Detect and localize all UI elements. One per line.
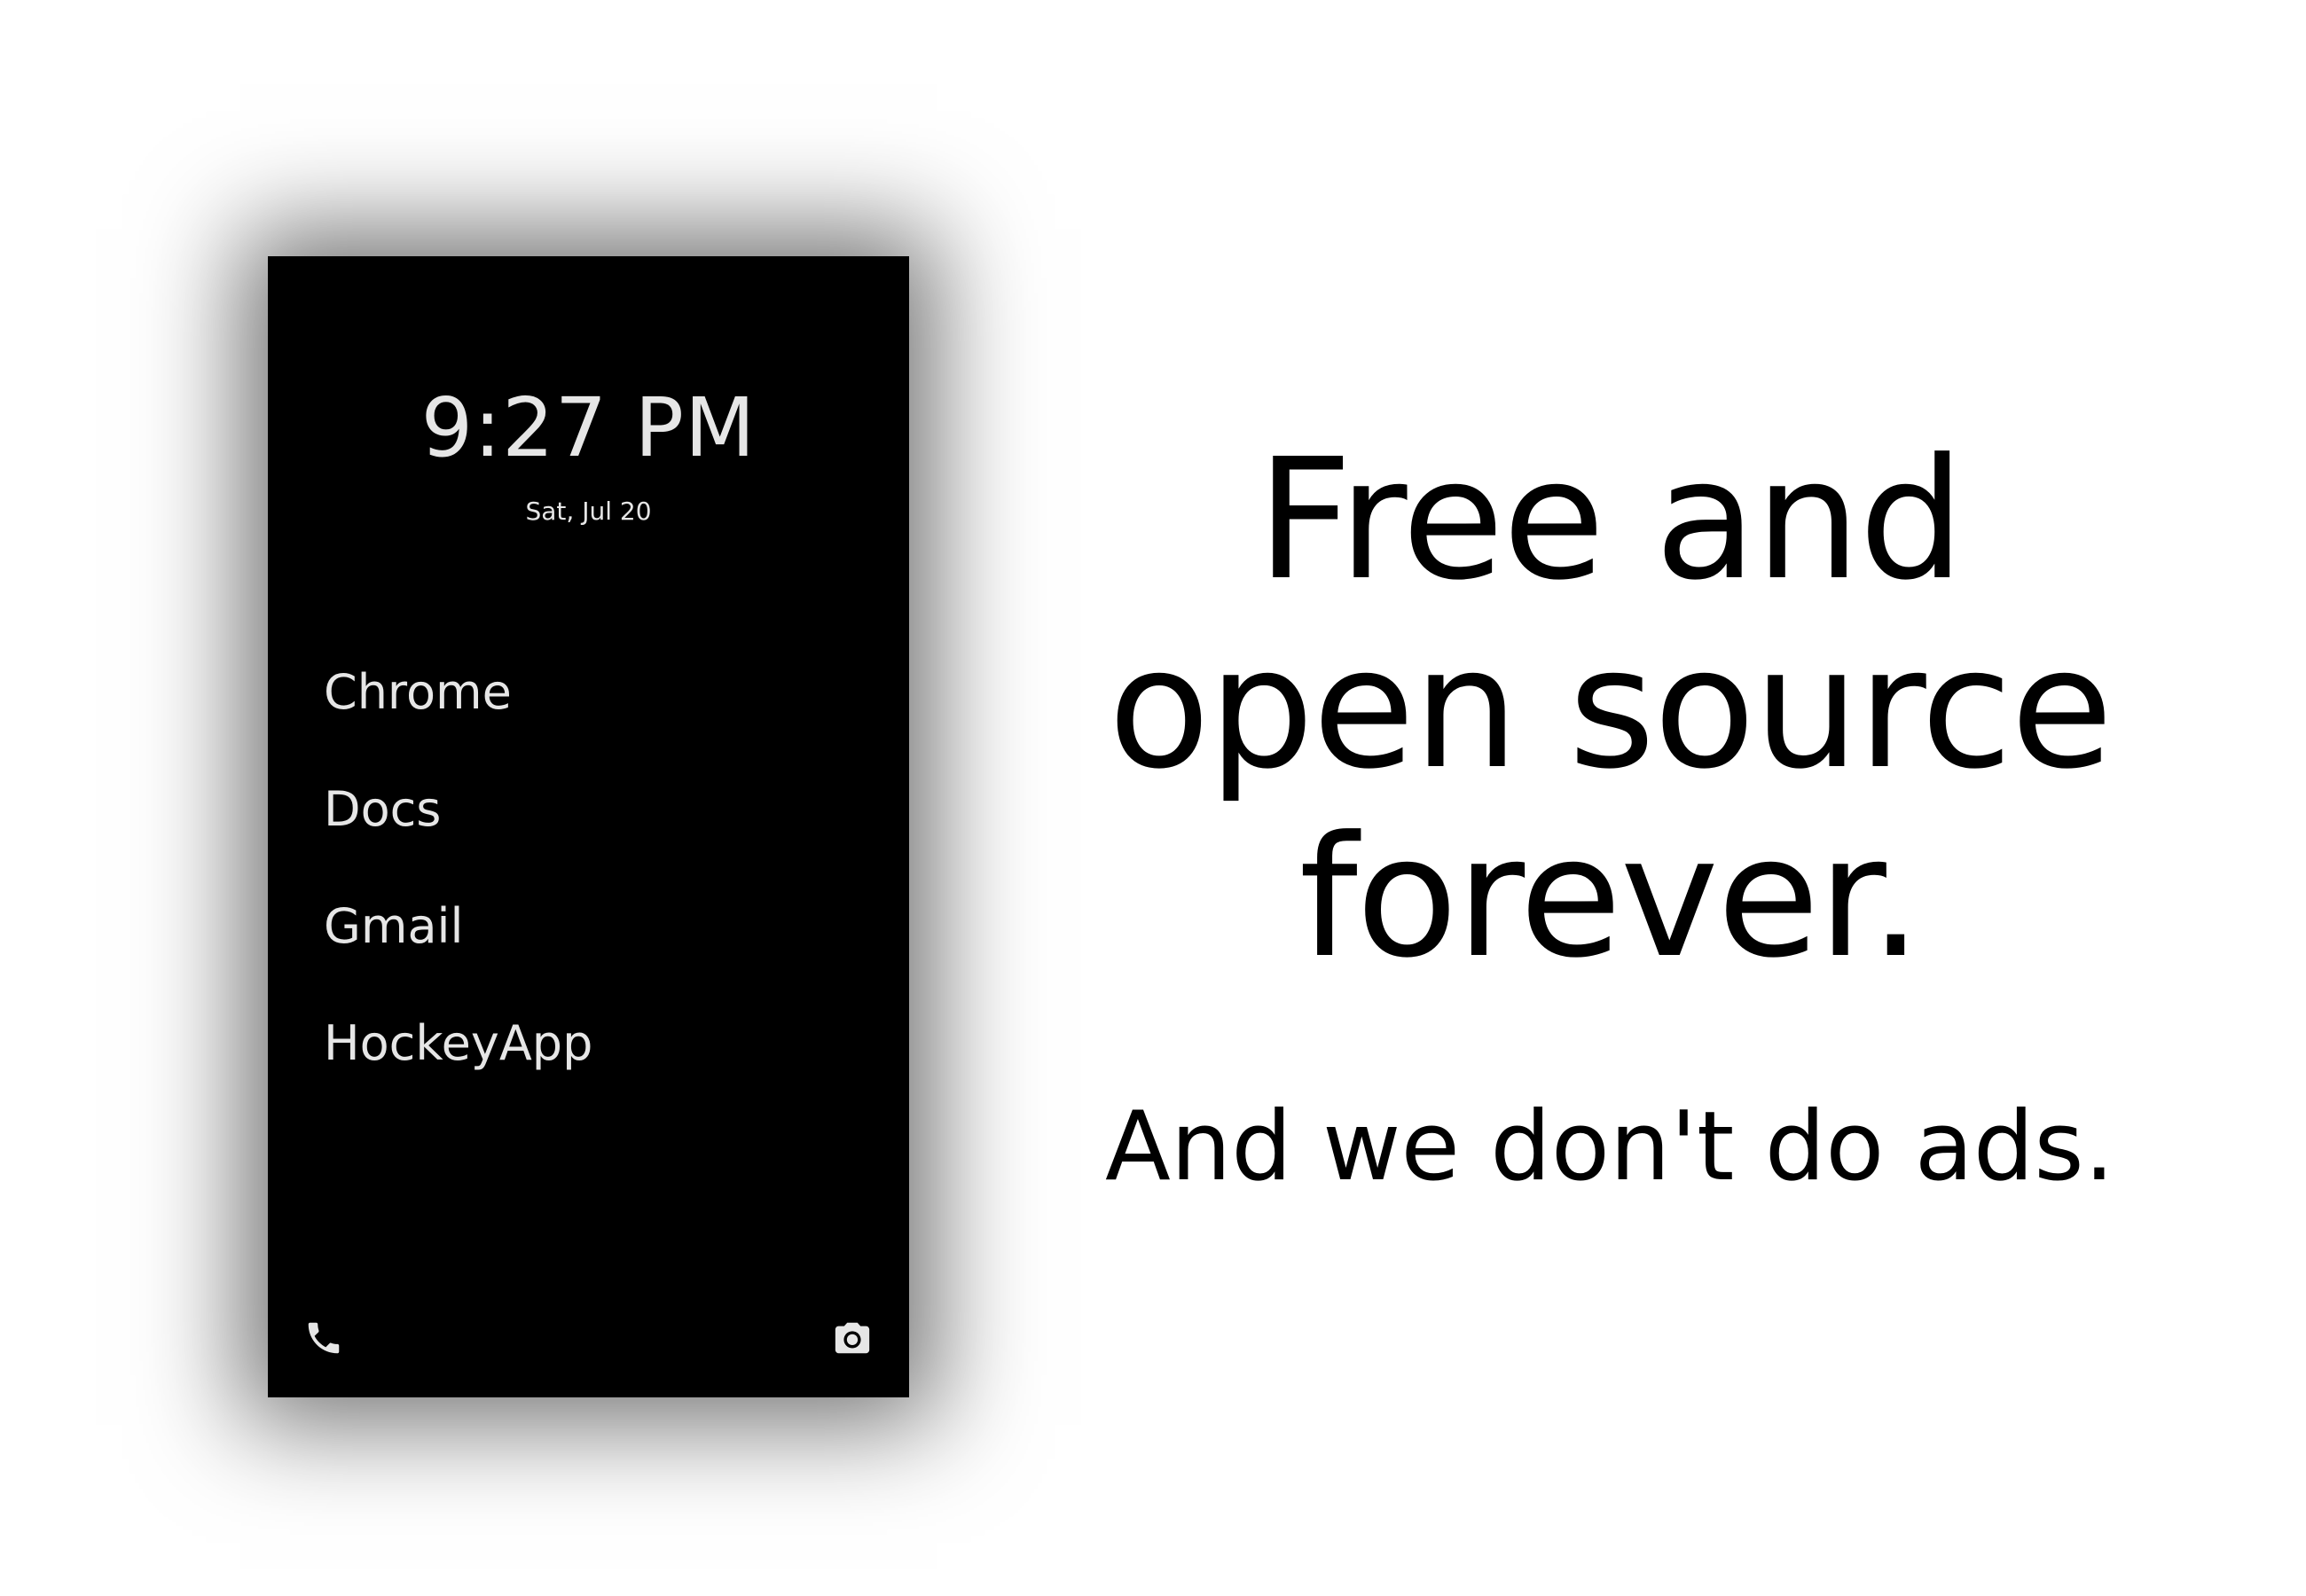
- app-item-docs[interactable]: Docs: [324, 786, 592, 903]
- phone-shortcut-button[interactable]: [303, 1318, 344, 1358]
- app-list: Chrome Docs Gmail HockeyApp: [324, 669, 592, 1137]
- phone-icon: [308, 1322, 340, 1354]
- lockscreen-clock: 9:27 PM: [420, 380, 757, 475]
- lockscreen-date: Sat, Jul 20: [525, 497, 652, 526]
- promo-canvas: 9:27 PM Sat, Jul 20 Chrome Docs Gmail Ho…: [0, 0, 2306, 1596]
- camera-icon: [835, 1322, 870, 1354]
- headline: Free and open source forever.: [1064, 426, 2155, 992]
- phone-mockup: 9:27 PM Sat, Jul 20 Chrome Docs Gmail Ho…: [268, 256, 909, 1397]
- headline-line-2: open source: [1108, 612, 2113, 806]
- headline-line-1: Free and: [1256, 423, 1965, 617]
- app-item-gmail[interactable]: Gmail: [324, 903, 592, 1020]
- subline: And we don't do ads.: [1104, 1091, 2115, 1202]
- app-item-chrome[interactable]: Chrome: [324, 669, 592, 786]
- app-item-hockeyapp[interactable]: HockeyApp: [324, 1020, 592, 1137]
- headline-line-3: forever.: [1298, 801, 1923, 995]
- camera-shortcut-button[interactable]: [832, 1318, 873, 1358]
